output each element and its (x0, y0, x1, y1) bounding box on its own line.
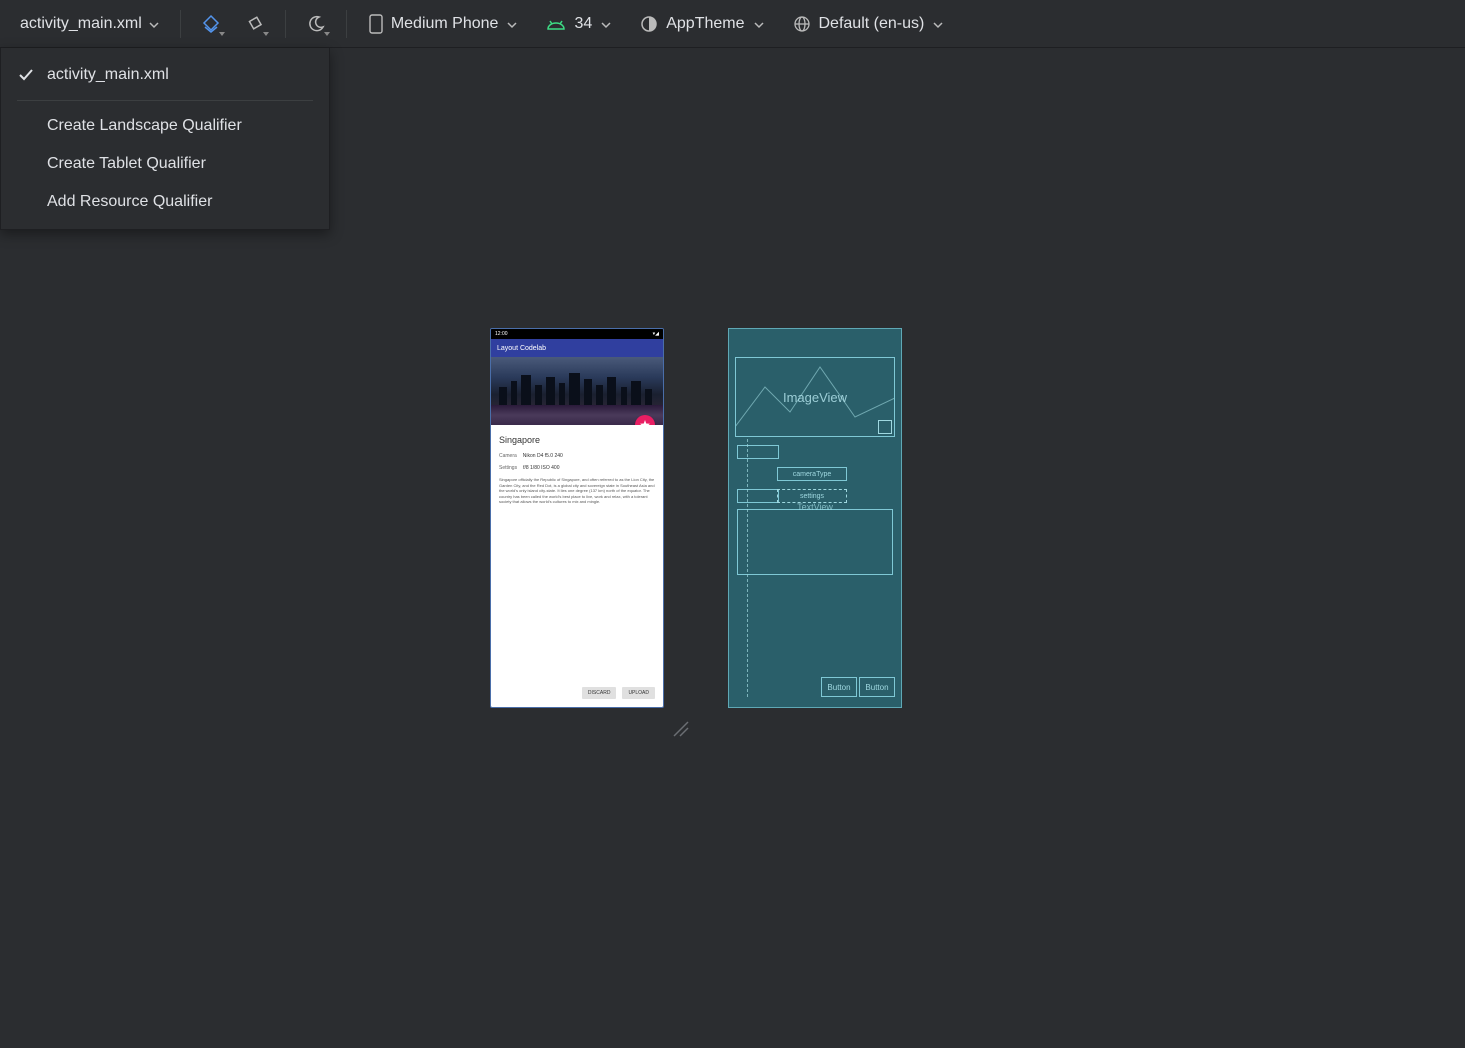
blueprint-button-right-label: Button (865, 683, 888, 692)
blueprint-label-1[interactable] (737, 445, 779, 459)
file-name-label: activity_main.xml (20, 15, 142, 33)
blueprint-button-left[interactable]: Button (821, 677, 857, 697)
moon-icon (307, 15, 325, 33)
menu-item-current-config[interactable]: activity_main.xml (1, 56, 329, 94)
description-text: Singapore officially the Republic of Sin… (499, 477, 655, 505)
status-time: 12:00 (495, 331, 508, 337)
blueprint-fab-outline (878, 420, 892, 434)
chevron-down-icon (506, 18, 518, 30)
blueprint-camera-type[interactable]: cameraType (777, 467, 847, 481)
night-mode-toggle[interactable] (298, 6, 334, 42)
menu-item-label: Create Tablet Qualifier (47, 155, 206, 173)
chevron-down-icon (600, 18, 612, 30)
row2-label: Settings (499, 465, 517, 471)
chevron-down-icon (753, 18, 765, 30)
separator (346, 10, 347, 38)
configuration-dropdown-menu: activity_main.xml Create Landscape Quali… (0, 48, 330, 230)
theme-label: AppTheme (666, 15, 744, 33)
device-label: Medium Phone (391, 15, 499, 33)
separator (285, 10, 286, 38)
menu-item-label: Add Resource Qualifier (47, 193, 212, 211)
globe-icon (793, 15, 811, 33)
blueprint-button-left-label: Button (827, 683, 850, 692)
blueprint-preview[interactable]: ImageView cameraType settings TextView B… (728, 328, 902, 708)
design-toolbar: activity_main.xml Medium Phone (0, 0, 1465, 48)
app-title: Layout Codelab (497, 345, 546, 352)
chevron-down-icon (932, 18, 944, 30)
blueprint-textview[interactable]: TextView (737, 509, 893, 575)
card-title: Singapore (499, 435, 655, 445)
menu-item-label: activity_main.xml (47, 66, 169, 84)
hero-image (491, 357, 663, 425)
menu-divider (17, 100, 313, 101)
menu-item-add-resource[interactable]: Add Resource Qualifier (1, 183, 329, 221)
chevron-down-icon (148, 18, 160, 30)
blueprint-imageview-label: ImageView (783, 390, 847, 405)
rotate-icon (245, 14, 265, 34)
theme-selector[interactable]: AppTheme (630, 11, 774, 37)
content-body: Singapore Camera Nikon D4 f5.0 240 Setti… (491, 425, 663, 708)
menu-item-create-landscape[interactable]: Create Landscape Qualifier (1, 107, 329, 145)
design-surface-toggle[interactable] (193, 6, 229, 42)
resize-handle-icon[interactable] (670, 718, 690, 738)
status-icons: ▾◢ (653, 331, 659, 337)
upload-button[interactable]: UPLOAD (622, 687, 655, 699)
file-configuration-dropdown[interactable]: activity_main.xml (12, 11, 168, 37)
separator (180, 10, 181, 38)
blueprint-camera-label: cameraType (793, 471, 832, 478)
device-selector[interactable]: Medium Phone (359, 10, 529, 38)
android-icon (546, 17, 566, 31)
blueprint-textview-label: TextView (797, 502, 833, 512)
app-bar: Layout Codelab (491, 339, 663, 357)
status-bar: 12:00 ▾◢ (491, 329, 663, 339)
orientation-toggle[interactable] (237, 6, 273, 42)
locale-label: Default (en-us) (819, 15, 925, 33)
blueprint-settings[interactable]: settings (777, 489, 847, 503)
blueprint-guideline[interactable] (747, 439, 748, 697)
design-preview[interactable]: 12:00 ▾◢ Layout Codelab (490, 328, 664, 708)
blueprint-button-right[interactable]: Button (859, 677, 895, 697)
api-level-selector[interactable]: 34 (536, 11, 622, 37)
row1-label: Camera (499, 453, 517, 459)
blueprint-label-2[interactable] (737, 489, 779, 503)
row1-value: Nikon D4 f5.0 240 (523, 453, 563, 459)
locale-selector[interactable]: Default (en-us) (783, 11, 955, 37)
phone-icon (369, 14, 383, 34)
row2-value: f/8 1/80 ISO 400 (523, 465, 559, 471)
check-icon (17, 66, 35, 84)
discard-button[interactable]: DISCARD (582, 687, 617, 699)
menu-item-create-tablet[interactable]: Create Tablet Qualifier (1, 145, 329, 183)
diamond-stack-icon (201, 14, 221, 34)
api-label: 34 (574, 15, 592, 33)
contrast-icon (640, 15, 658, 33)
blueprint-imageview[interactable]: ImageView (735, 357, 895, 437)
menu-item-label: Create Landscape Qualifier (47, 117, 242, 135)
blueprint-settings-label: settings (800, 493, 824, 500)
